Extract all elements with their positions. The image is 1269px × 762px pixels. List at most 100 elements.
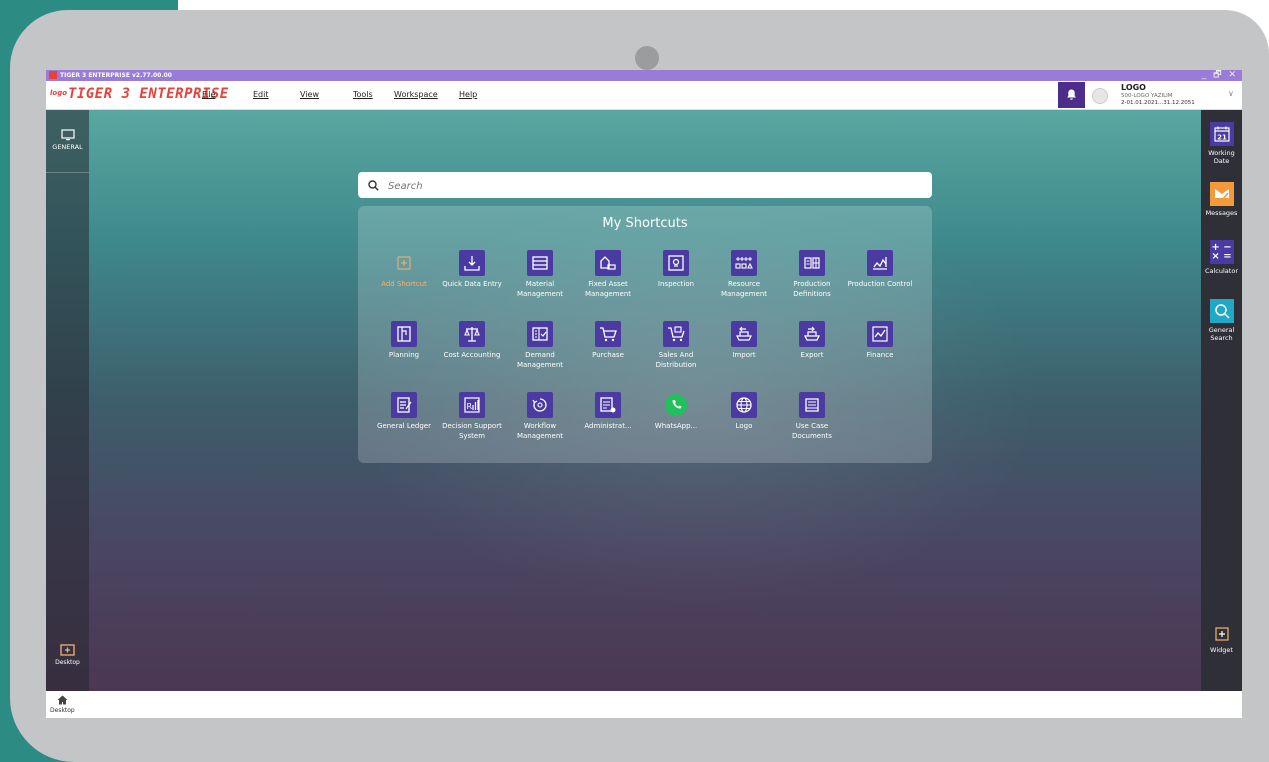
add-desktop-icon — [60, 644, 75, 656]
notifications-button[interactable] — [1058, 82, 1085, 108]
tile-label: Fixed Asset Management — [584, 280, 632, 298]
tile-cost-accounting[interactable]: Cost Accounting — [438, 321, 506, 361]
account-name: LOGO — [1121, 83, 1146, 92]
menu-bar: logo TIGER 3 ENTERPRISE File Edit View T… — [46, 81, 1242, 110]
menu-help[interactable]: Help — [459, 90, 477, 99]
folder-docs-icon — [799, 392, 825, 418]
window-controls[interactable]: _ 🗗 ✕ — [1202, 70, 1238, 81]
menu-workspace[interactable]: Workspace — [394, 90, 438, 99]
tile-label: Cost Accounting — [443, 351, 501, 359]
tile-quick-data-entry[interactable]: Quick Data Entry — [438, 250, 506, 290]
calendar-day: 21 — [1217, 134, 1227, 142]
tile-purchase[interactable]: Purchase — [574, 321, 642, 361]
sidebar-item-general[interactable]: GENERAL — [46, 110, 89, 173]
menu-file[interactable]: File — [202, 90, 215, 99]
ledger-icon — [391, 392, 417, 418]
window-title: TIGER 3 ENTERPRISE v2.77.00.00 — [60, 72, 172, 79]
whatsapp-icon — [663, 392, 689, 418]
building-truck-icon — [595, 250, 621, 276]
tile-material-management[interactable]: Material Management — [506, 250, 574, 299]
demand-icon — [527, 321, 553, 347]
planning-icon — [391, 321, 417, 347]
tile-label: Resource Management — [720, 280, 768, 298]
tile-label: Production Control — [847, 280, 913, 288]
account-company: 500-LOGO YAZILIM — [1121, 93, 1173, 99]
tile-production-definitions[interactable]: Production Definitions — [778, 250, 846, 299]
messages-label: Messages — [1205, 209, 1238, 217]
tile-label: Decision Support System — [442, 422, 502, 440]
add-widget-icon — [1213, 625, 1231, 643]
footer-desktop-label: Desktop — [50, 707, 75, 714]
calculator-label: Calculator — [1204, 267, 1238, 275]
monitor-icon — [60, 129, 75, 141]
add-shortcut-tile[interactable]: Add Shortcut — [370, 250, 438, 290]
tile-workflow-management[interactable]: Workflow Management — [506, 392, 574, 441]
widget-button[interactable]: Widget — [1201, 625, 1242, 654]
calculator-widget[interactable]: + − × = Calculator — [1201, 240, 1242, 275]
tile-administration[interactable]: Administrat... — [574, 392, 642, 432]
tile-label: Add Shortcut — [381, 280, 427, 288]
shortcuts-title: My Shortcuts — [602, 216, 688, 231]
add-icon — [391, 250, 417, 276]
tile-logo[interactable]: Logo — [710, 392, 778, 432]
calculator-icon: + − × = — [1209, 240, 1234, 264]
tile-resource-management[interactable]: Resource Management — [710, 250, 778, 299]
sidebar-item-label: GENERAL — [52, 143, 83, 151]
definitions-icon — [799, 250, 825, 276]
right-sidebar: 21 Working Date Messages + − × = Calculat… — [1201, 110, 1242, 691]
working-date-label: Working Date — [1208, 149, 1235, 165]
left-sidebar: GENERAL Desktop — [46, 110, 89, 691]
user-avatar[interactable] — [1092, 88, 1108, 104]
chevron-down-icon[interactable]: ∨ — [1228, 89, 1234, 98]
tile-export[interactable]: Export — [778, 321, 846, 361]
search-icon — [1209, 299, 1234, 323]
export-ship-icon — [799, 321, 825, 347]
tile-inspection[interactable]: Inspection — [642, 250, 710, 290]
menu-view[interactable]: View — [300, 90, 319, 99]
general-search-widget[interactable]: General Search — [1201, 299, 1242, 342]
tile-decision-support-system[interactable]: R Decision Support System — [438, 392, 506, 441]
logo-mark: logo — [50, 89, 68, 97]
tile-use-case-documents[interactable]: Use Case Documents — [778, 392, 846, 441]
search-icon — [368, 180, 379, 191]
tile-label: Planning — [388, 351, 420, 359]
report-chart-icon: R — [459, 392, 485, 418]
tile-label: Use Case Documents — [792, 422, 832, 440]
tile-label: Sales And Distribution — [655, 351, 697, 369]
sidebar-item-label: Desktop — [55, 659, 80, 666]
tile-label: Administrat... — [584, 422, 632, 430]
tile-fixed-asset-management[interactable]: Fixed Asset Management — [574, 250, 642, 299]
menu-edit[interactable]: Edit — [253, 90, 269, 99]
search-input[interactable] — [386, 176, 910, 196]
tile-finance[interactable]: Finance — [846, 321, 914, 361]
scale-icon — [459, 321, 485, 347]
tile-production-control[interactable]: Production Control — [846, 250, 914, 290]
footer-desktop-button[interactable]: Desktop — [50, 695, 75, 714]
home-icon — [57, 695, 68, 705]
search-bar[interactable] — [358, 172, 932, 198]
globe-icon — [731, 392, 757, 418]
tile-label: General Ledger — [377, 422, 431, 430]
tile-general-ledger[interactable]: General Ledger — [370, 392, 438, 432]
tile-label: Finance — [866, 351, 894, 359]
tile-import[interactable]: Import — [710, 321, 778, 361]
tile-label: Purchase — [592, 351, 624, 359]
working-date-widget[interactable]: 21 Working Date — [1201, 122, 1242, 165]
footer-bar: Desktop — [46, 691, 1242, 718]
download-icon — [459, 250, 485, 276]
message-icon — [1209, 182, 1234, 206]
messages-widget[interactable]: Messages — [1201, 182, 1242, 217]
widget-label: Widget — [1210, 646, 1233, 654]
menu-tools[interactable]: Tools — [353, 90, 373, 99]
tile-sales-and-distribution[interactable]: Sales And Distribution — [642, 321, 710, 370]
tile-demand-management[interactable]: Demand Management — [506, 321, 574, 370]
sidebar-item-desktop[interactable]: Desktop — [46, 644, 89, 666]
tile-whatsapp[interactable]: WhatsApp... — [642, 392, 710, 432]
tile-label: Import — [732, 351, 756, 359]
tile-planning[interactable]: Planning — [370, 321, 438, 361]
title-bar: TIGER 3 ENTERPRISE v2.77.00.00 _ 🗗 ✕ — [46, 70, 1242, 81]
cart-icon — [595, 321, 621, 347]
import-ship-icon — [731, 321, 757, 347]
shortcuts-panel: My Shortcuts Add Shortcut Quick Data Ent… — [358, 206, 932, 463]
resource-icon — [731, 250, 757, 276]
